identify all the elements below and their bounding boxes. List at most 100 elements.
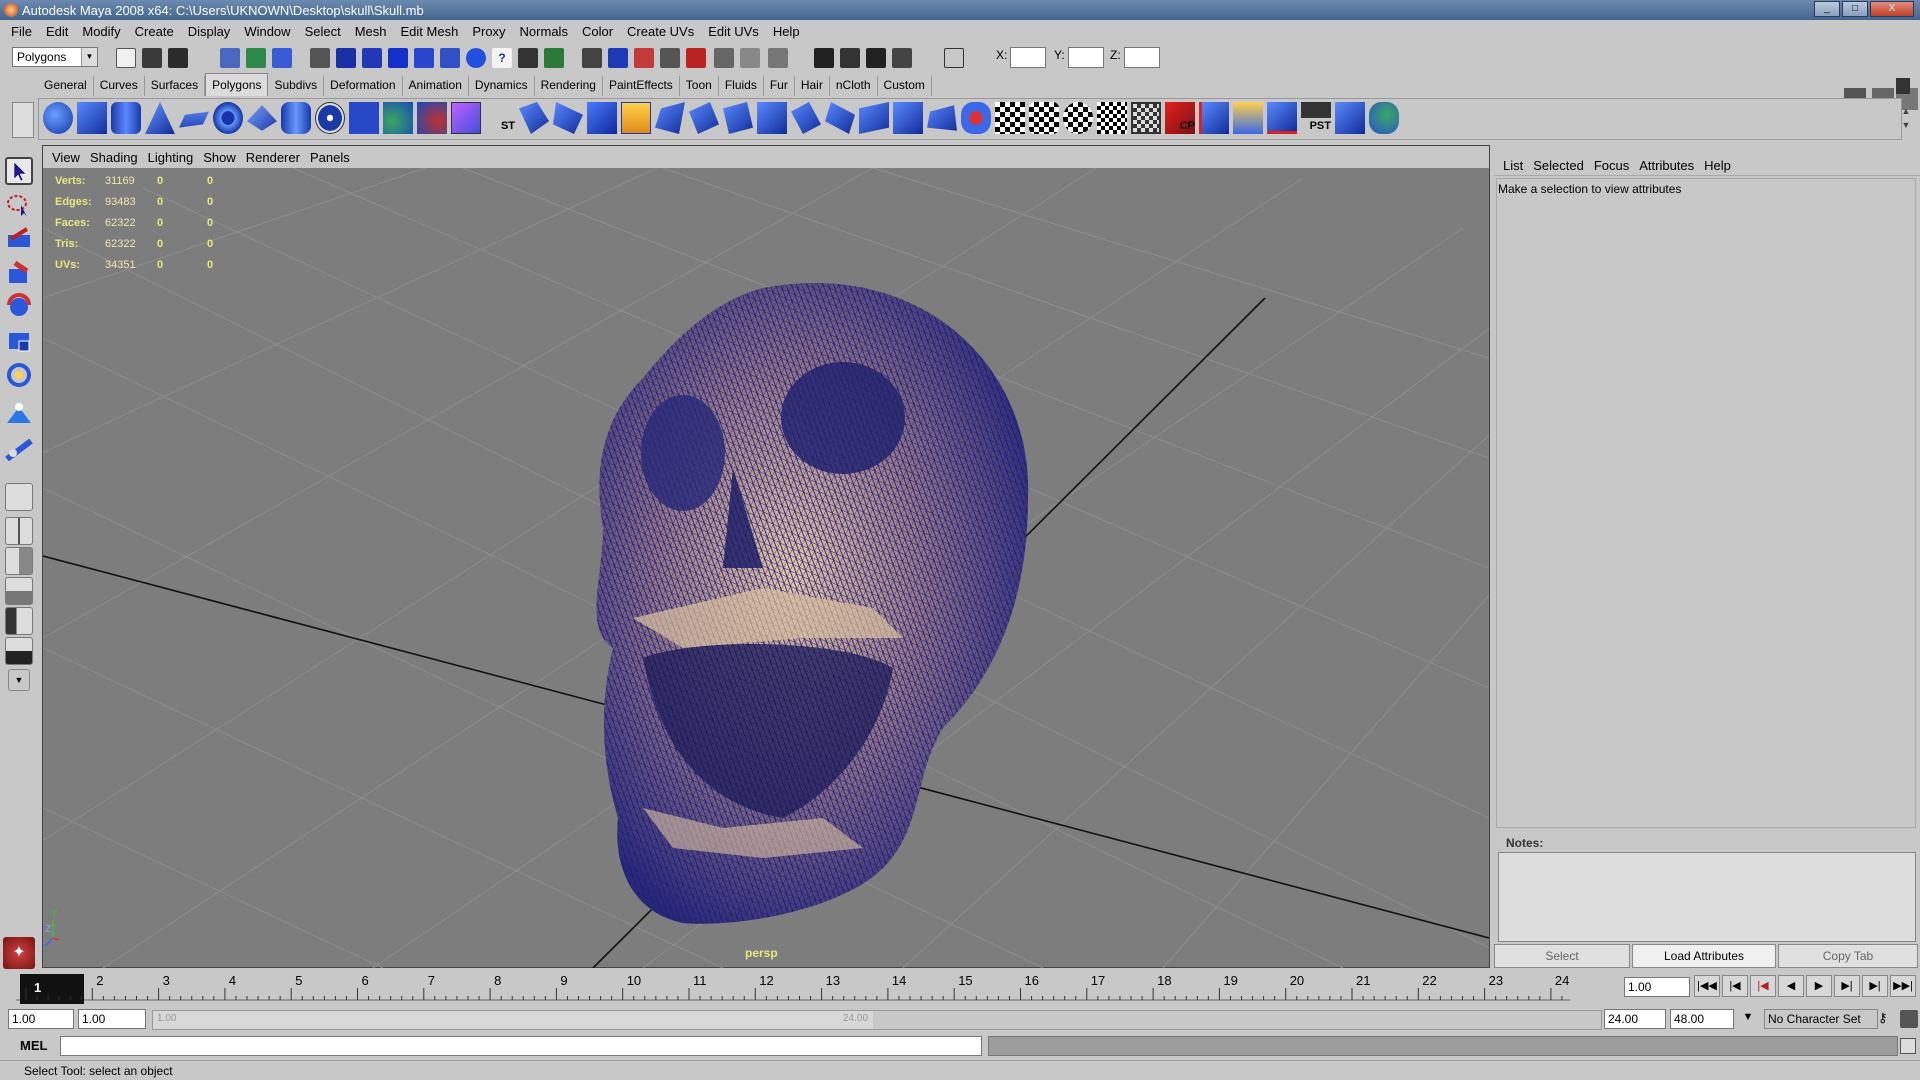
chevron-down-icon[interactable]: ▼	[8, 669, 30, 691]
menu-modify[interactable]: Modify	[75, 24, 127, 39]
move-tool-icon[interactable]	[5, 259, 33, 287]
poly-cone-icon[interactable]	[145, 102, 175, 134]
open-scene-icon[interactable]	[142, 48, 162, 68]
separate-icon[interactable]	[383, 102, 413, 134]
command-input[interactable]	[60, 1036, 982, 1056]
select-component-icon[interactable]	[272, 48, 292, 68]
universal-manipulator-icon[interactable]	[5, 361, 33, 389]
menu-display[interactable]: Display	[181, 24, 238, 39]
tab-painteffects[interactable]: PaintEffects	[603, 76, 680, 96]
panel-menu-shading[interactable]: Shading	[85, 150, 143, 165]
input-ops-icon[interactable]	[582, 48, 602, 68]
smooth-icon[interactable]	[451, 102, 481, 134]
paste-uv-icon[interactable]: PST	[1301, 102, 1331, 134]
spherical-mapping-icon[interactable]	[1063, 102, 1093, 134]
menu-create[interactable]: Create	[128, 24, 181, 39]
make-live-icon[interactable]	[440, 48, 460, 68]
poly-prism-icon[interactable]	[247, 105, 277, 131]
insert-edge-loop-icon[interactable]	[655, 102, 685, 134]
split-polygon-icon[interactable]	[621, 102, 651, 134]
poly-sphere-icon[interactable]	[43, 102, 73, 134]
animation-preferences-icon[interactable]	[1900, 1010, 1918, 1028]
copy-tab-button[interactable]: Copy Tab	[1778, 944, 1918, 968]
slide-edge-icon[interactable]	[757, 102, 787, 134]
menu-set-dropdown[interactable]: Polygons ▼	[12, 47, 98, 67]
ipr-render-icon[interactable]	[866, 48, 886, 68]
snap-curve-icon[interactable]	[362, 48, 382, 68]
key-icon[interactable]: ⚷	[1878, 1010, 1896, 1028]
poly-cylinder-icon[interactable]	[111, 102, 141, 134]
panel-menu-renderer[interactable]: Renderer	[241, 150, 305, 165]
shelf-scroll-icon[interactable]: ▲ ▼	[1900, 104, 1912, 134]
spin-edge-icon[interactable]	[825, 102, 855, 134]
lasso-tool-icon[interactable]	[5, 191, 33, 219]
tab-fluids[interactable]: Fluids	[719, 76, 764, 96]
menu-help[interactable]: Help	[766, 24, 807, 39]
bridge-icon[interactable]	[553, 102, 583, 134]
new-scene-icon[interactable]	[116, 48, 136, 68]
play-backwards-icon[interactable]: ◀	[1778, 975, 1804, 997]
tab-dynamics[interactable]: Dynamics	[469, 76, 535, 96]
combine-icon[interactable]	[349, 102, 379, 134]
tab-general[interactable]: General	[38, 76, 94, 96]
flip-triangle-icon[interactable]	[791, 102, 821, 134]
poly-helix-icon[interactable]	[315, 102, 345, 134]
show-manipulator-icon[interactable]	[5, 433, 33, 462]
menu-select[interactable]: Select	[298, 24, 348, 39]
single-perspective-layout-icon[interactable]	[5, 483, 33, 511]
minimize-button[interactable]: _	[1814, 1, 1840, 17]
tab-subdivs[interactable]: Subdivs	[268, 76, 325, 96]
range-slider[interactable]: 1.00 24.00	[152, 1010, 1602, 1030]
tab-toon[interactable]: Toon	[680, 76, 719, 96]
persp-outliner-graph-icon[interactable]	[5, 637, 33, 665]
panel-menu-show[interactable]: Show	[198, 150, 241, 165]
tab-curves[interactable]: Curves	[94, 76, 145, 96]
trash-icon[interactable]	[1896, 78, 1910, 94]
transfer-attributes-icon[interactable]	[1369, 102, 1399, 134]
select-hierarchy-icon[interactable]	[220, 48, 240, 68]
menu-edit-mesh[interactable]: Edit Mesh	[394, 24, 466, 39]
save-scene-icon[interactable]	[168, 48, 188, 68]
perspective-viewport[interactable]: View Shading Lighting Show Renderer Pane…	[42, 145, 1490, 968]
extrude-icon[interactable]	[519, 102, 549, 134]
panel-menu-view[interactable]: View	[47, 150, 85, 165]
smooth-proxy-icon[interactable]: ST	[485, 102, 515, 134]
sew-uv-icon[interactable]	[1199, 102, 1229, 134]
menu-create-uvs[interactable]: Create UVs	[620, 24, 701, 39]
persp-graph-layout-icon[interactable]	[5, 577, 33, 605]
automatic-mapping-icon[interactable]	[1097, 102, 1127, 134]
wedge-face-icon[interactable]	[893, 102, 923, 134]
snap-grid-icon[interactable]	[336, 48, 356, 68]
tab-hair[interactable]: Hair	[795, 76, 830, 96]
render-current-icon[interactable]	[634, 48, 654, 68]
character-set-field[interactable]: No Character Set	[1764, 1009, 1878, 1029]
menu-proxy[interactable]: Proxy	[465, 24, 512, 39]
pick-mask-icon[interactable]	[310, 48, 330, 68]
cylindrical-mapping-icon[interactable]	[1029, 102, 1059, 134]
close-button[interactable]: X	[1870, 1, 1914, 17]
start-time-field[interactable]: 1.00	[8, 1009, 74, 1029]
shelf-menu-icon[interactable]	[12, 102, 34, 138]
script-editor-icon[interactable]	[1900, 1038, 1916, 1054]
four-view-layout-icon[interactable]	[5, 517, 33, 545]
poly-plane-icon[interactable]	[179, 111, 209, 128]
panel-menu-lighting[interactable]: Lighting	[143, 150, 199, 165]
select-object-icon[interactable]	[246, 48, 266, 68]
extract-icon[interactable]	[417, 102, 447, 134]
snap-point-icon[interactable]	[388, 48, 408, 68]
cut-uv-icon[interactable]: CP	[1165, 102, 1195, 134]
planar-mapping-icon[interactable]	[995, 102, 1025, 134]
tab-deformation[interactable]: Deformation	[324, 76, 403, 96]
go-to-start-icon[interactable]: |◀◀	[1694, 975, 1720, 997]
magnet-icon[interactable]	[686, 48, 706, 68]
help-icon[interactable]: ?	[492, 48, 512, 68]
step-back-key-icon[interactable]: |◀	[1750, 975, 1776, 997]
maya-app-icon[interactable]: ✦	[3, 937, 35, 969]
attr-menu-list[interactable]: List	[1498, 158, 1528, 173]
attr-menu-attributes[interactable]: Attributes	[1634, 158, 1699, 173]
clapper-icon[interactable]	[840, 48, 860, 68]
numeric-input-icon[interactable]	[944, 48, 964, 68]
poly-pipe-icon[interactable]	[281, 102, 311, 134]
y-field[interactable]	[1068, 47, 1104, 68]
create-uvs-icon[interactable]	[961, 102, 991, 134]
